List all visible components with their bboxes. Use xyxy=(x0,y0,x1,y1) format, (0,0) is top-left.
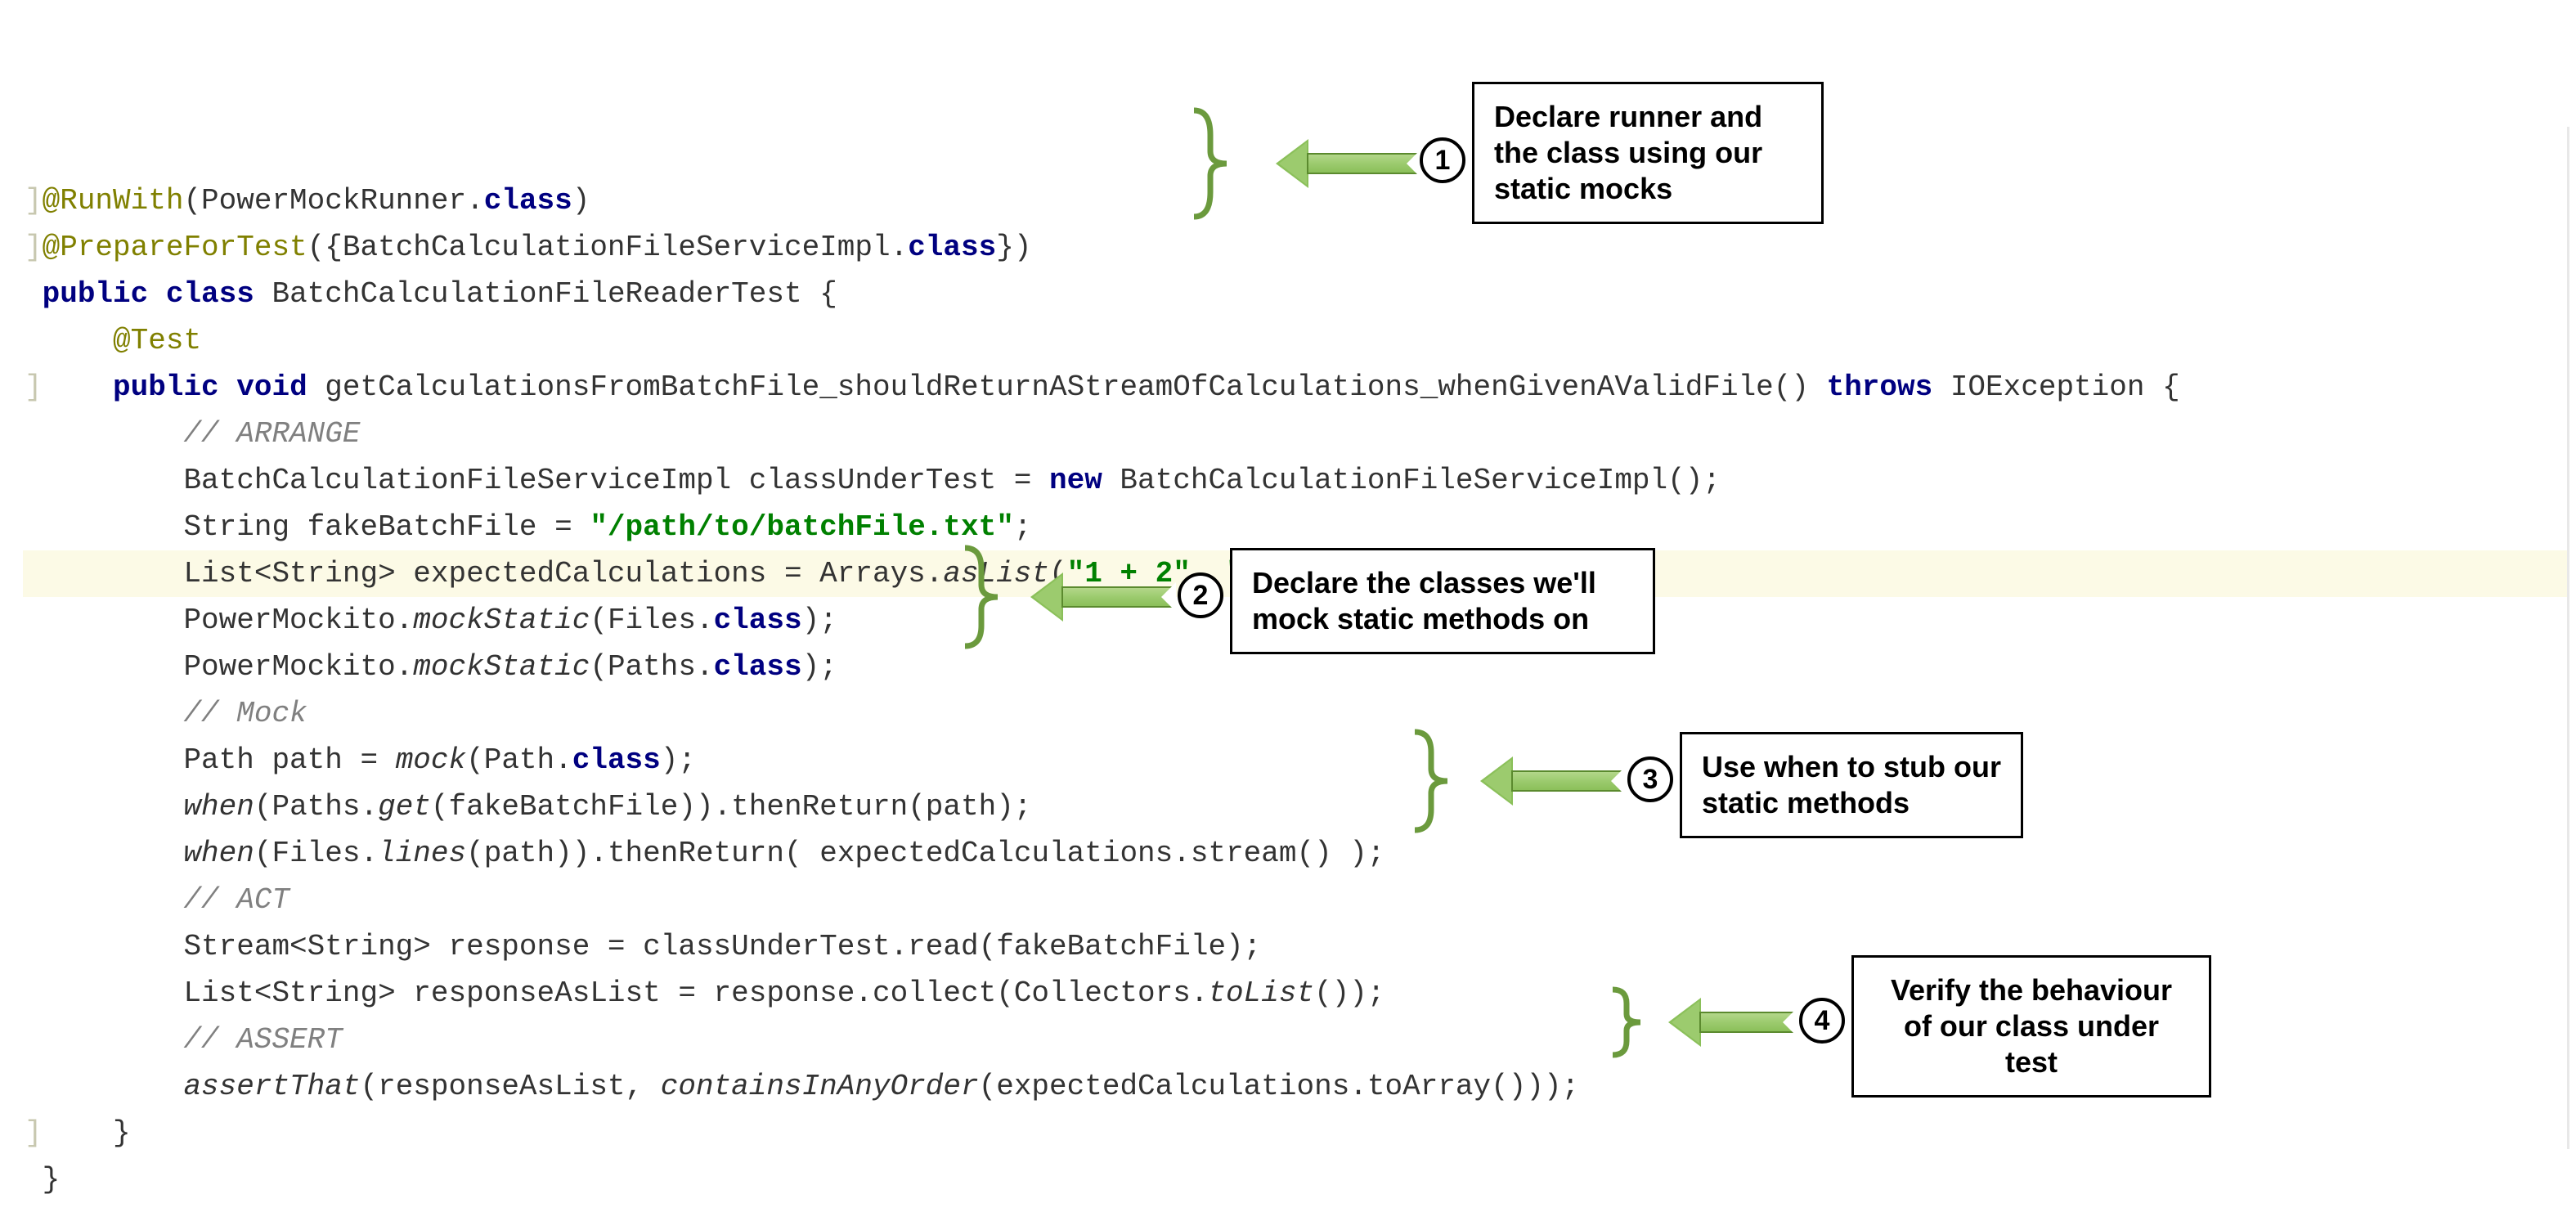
annotation-number-4: 4 xyxy=(1799,998,1845,1044)
annotation-number-2: 2 xyxy=(1178,572,1223,618)
annotation-number-3: 3 xyxy=(1627,756,1673,802)
annotation-label-1: Declare runner and the class using our s… xyxy=(1472,82,1824,224)
annotation-number-1: 1 xyxy=(1420,137,1465,183)
annotation-label-4: Verify the behaviour of our class under … xyxy=(1851,955,2211,1098)
annotation-label-3: Use when to stub our static methods xyxy=(1680,732,2023,838)
editor-right-margin xyxy=(2567,127,2569,1149)
annotation-label-2: Declare the classes we'll mock static me… xyxy=(1230,548,1655,654)
